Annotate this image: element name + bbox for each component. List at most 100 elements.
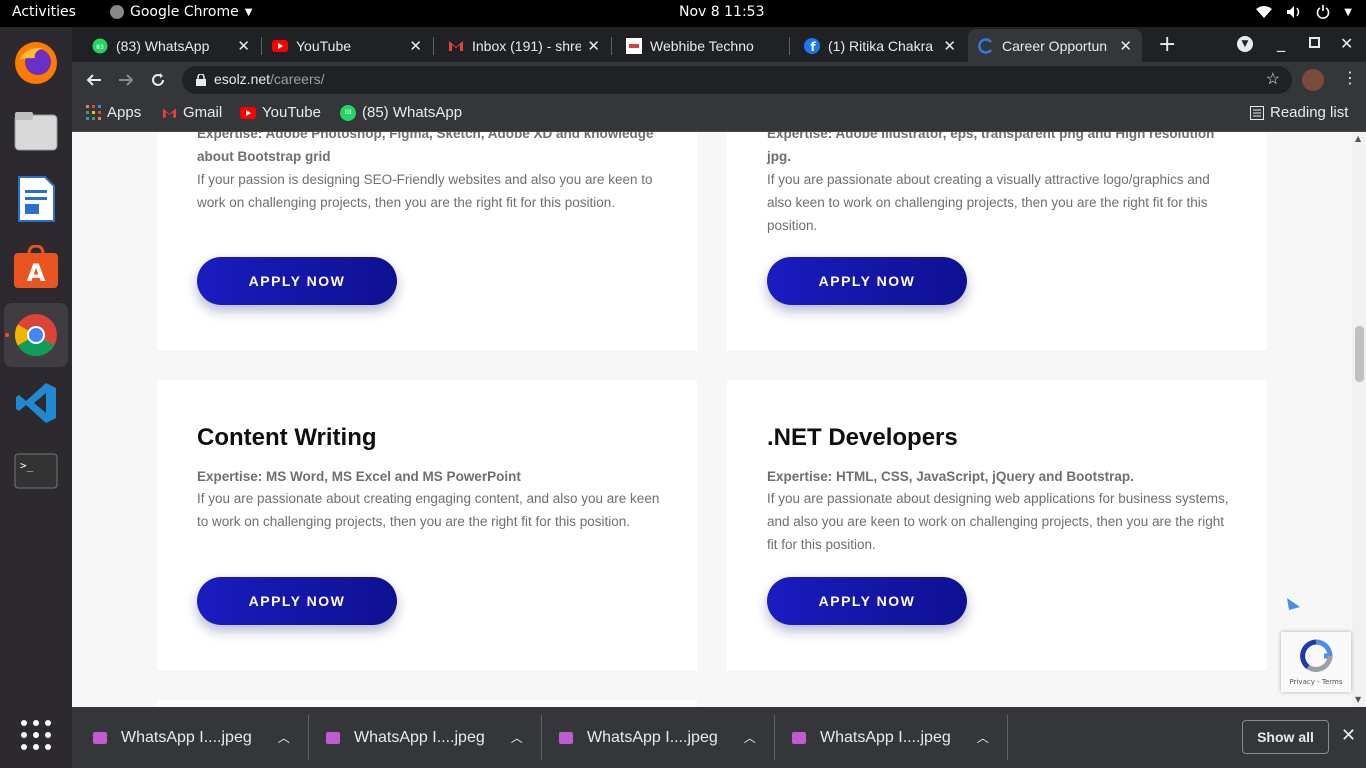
bookmarks-bar: Apps Gmail YouTube 83 (85) WhatsApp Read…: [72, 98, 1366, 132]
system-tray[interactable]: ▼: [1256, 5, 1352, 19]
tab-title: Career Opportun: [1002, 37, 1108, 54]
chevron-down-icon: ▼: [244, 6, 253, 18]
apply-now-button[interactable]: APPLY NOW: [197, 577, 397, 625]
tab-title: (83) WhatsApp: [116, 37, 210, 54]
youtube-icon: [240, 106, 256, 119]
url-domain: esolz.net: [214, 71, 271, 87]
job-description: If you are passionate about creating a v…: [767, 172, 1210, 233]
close-icon[interactable]: ✕: [237, 37, 250, 55]
download-item[interactable]: WhatsApp I....jpeg ︿: [93, 707, 290, 768]
download-separator: [774, 715, 775, 760]
svg-text:A: A: [27, 259, 46, 287]
tab-whatsapp[interactable]: 83 (83) WhatsApp ✕: [82, 29, 260, 62]
address-bar[interactable]: esolz.net/careers/ ☆: [182, 66, 1292, 94]
close-icon[interactable]: ✕: [587, 37, 600, 55]
webhibe-icon: [626, 37, 642, 54]
scroll-up-arrow-icon[interactable]: ▲: [1355, 134, 1361, 143]
tab-separator: [611, 37, 612, 55]
close-icon[interactable]: ✕: [409, 37, 422, 55]
recaptcha-terms-link[interactable]: Terms: [1322, 678, 1343, 686]
bookmark-youtube[interactable]: YouTube: [240, 104, 321, 121]
close-icon[interactable]: ✕: [943, 37, 956, 55]
recaptcha-privacy-link[interactable]: Privacy: [1290, 678, 1315, 686]
gmail-icon: [448, 38, 464, 54]
scrollbar-thumb[interactable]: [1355, 326, 1364, 382]
job-expertise: Expertise: Adobe Illustrator, eps, trans…: [767, 132, 1215, 164]
software-center-launcher[interactable]: A: [4, 235, 68, 299]
maximize-button[interactable]: [1309, 37, 1320, 48]
activities-button[interactable]: Activities: [12, 4, 76, 20]
tab-webhibe[interactable]: Webhibe Techno: [616, 29, 788, 62]
reading-list-button[interactable]: Reading list: [1250, 104, 1348, 121]
tab-title: (1) Ritika Chakra: [828, 37, 934, 54]
bookmark-apps[interactable]: Apps: [86, 104, 141, 121]
tab-career-opportunities[interactable]: Career Opportun ✕: [968, 29, 1142, 62]
clock[interactable]: Nov 8 11:53: [679, 4, 764, 20]
apply-now-button[interactable]: APPLY NOW: [767, 257, 967, 305]
more-menu-icon[interactable]: ⋮: [1342, 68, 1358, 87]
tab-gmail[interactable]: Inbox (191) - shre ✕: [438, 29, 610, 62]
chevron-up-icon[interactable]: ︿: [278, 729, 290, 746]
bookmark-label: Gmail: [183, 104, 223, 121]
download-filename: WhatsApp I....jpeg: [820, 728, 951, 746]
recaptcha-badge[interactable]: Privacy - Terms: [1281, 632, 1351, 692]
chevron-up-icon[interactable]: ︿: [977, 729, 989, 746]
back-arrow-icon[interactable]: [86, 72, 102, 88]
download-filename: WhatsApp I....jpeg: [587, 728, 718, 746]
bookmark-gmail[interactable]: Gmail: [162, 104, 222, 121]
vscode-icon: [16, 383, 56, 423]
image-file-icon: [559, 731, 573, 744]
volume-icon: [1287, 6, 1300, 18]
avatar[interactable]: [1302, 69, 1324, 91]
terminal-icon: >_: [14, 453, 58, 489]
show-all-button[interactable]: Show all: [1242, 720, 1329, 754]
apply-now-button[interactable]: APPLY NOW: [197, 257, 397, 305]
firefox-launcher[interactable]: [4, 31, 68, 95]
tab-title: Webhibe Techno: [650, 37, 754, 54]
chrome-icon: [14, 314, 57, 357]
download-item[interactable]: WhatsApp I....jpeg ︿: [326, 707, 523, 768]
scroll-down-arrow-icon[interactable]: ▼: [1355, 695, 1361, 704]
download-item[interactable]: WhatsApp I....jpeg ︿: [792, 707, 989, 768]
chevron-up-icon[interactable]: ︿: [511, 729, 523, 746]
new-tab-button[interactable]: +: [1158, 32, 1176, 57]
app-grid-icon: [21, 720, 51, 750]
esolz-icon: [978, 37, 994, 54]
scroll-to-top-icon[interactable]: [1285, 597, 1301, 613]
reload-icon[interactable]: [150, 72, 166, 88]
forward-arrow-icon[interactable]: [118, 72, 134, 88]
files-launcher[interactable]: [4, 99, 68, 163]
vscode-launcher[interactable]: [4, 371, 68, 435]
minimize-button[interactable]: _: [1277, 33, 1285, 52]
tab-search-icon[interactable]: ▼: [1237, 36, 1253, 52]
reading-list-icon: [1250, 105, 1264, 120]
job-description: If you are passionate about creating eng…: [197, 491, 660, 529]
libreoffice-writer-launcher[interactable]: [4, 167, 68, 231]
close-window-button[interactable]: ✕: [1340, 34, 1353, 53]
files-icon: [14, 112, 58, 151]
page-scrollbar[interactable]: ▲ ▼: [1352, 132, 1366, 707]
job-card-graphic-designer: Expertise: Adobe Illustrator, eps, trans…: [727, 132, 1267, 350]
tab-youtube[interactable]: YouTube ✕: [262, 29, 432, 62]
app-menu[interactable]: Google Chrome ▼: [110, 4, 252, 20]
apply-now-button[interactable]: APPLY NOW: [767, 577, 967, 625]
chevron-up-icon[interactable]: ︿: [744, 729, 756, 746]
download-item[interactable]: WhatsApp I....jpeg ︿: [559, 707, 756, 768]
star-icon[interactable]: ☆: [1266, 69, 1280, 89]
job-title: Content Writing: [197, 424, 377, 451]
running-indicator: [5, 333, 9, 337]
software-center-icon: A: [14, 245, 58, 288]
close-icon[interactable]: ✕: [1341, 725, 1356, 746]
wifi-icon: [1256, 6, 1273, 18]
chrome-launcher[interactable]: [4, 303, 68, 367]
svg-text:>_: >_: [20, 459, 34, 472]
terminal-launcher[interactable]: >_: [4, 439, 68, 503]
bookmark-whatsapp[interactable]: 83 (85) WhatsApp: [340, 104, 462, 121]
recaptcha-icon: [1300, 639, 1333, 673]
download-filename: WhatsApp I....jpeg: [121, 728, 252, 746]
bookmark-label: Apps: [107, 104, 142, 121]
show-applications-button[interactable]: [4, 703, 68, 767]
tab-facebook[interactable]: f (1) Ritika Chakra ✕: [794, 29, 966, 62]
job-description: If your passion is designing SEO-Friendl…: [197, 172, 653, 210]
close-icon[interactable]: ✕: [1119, 37, 1132, 55]
